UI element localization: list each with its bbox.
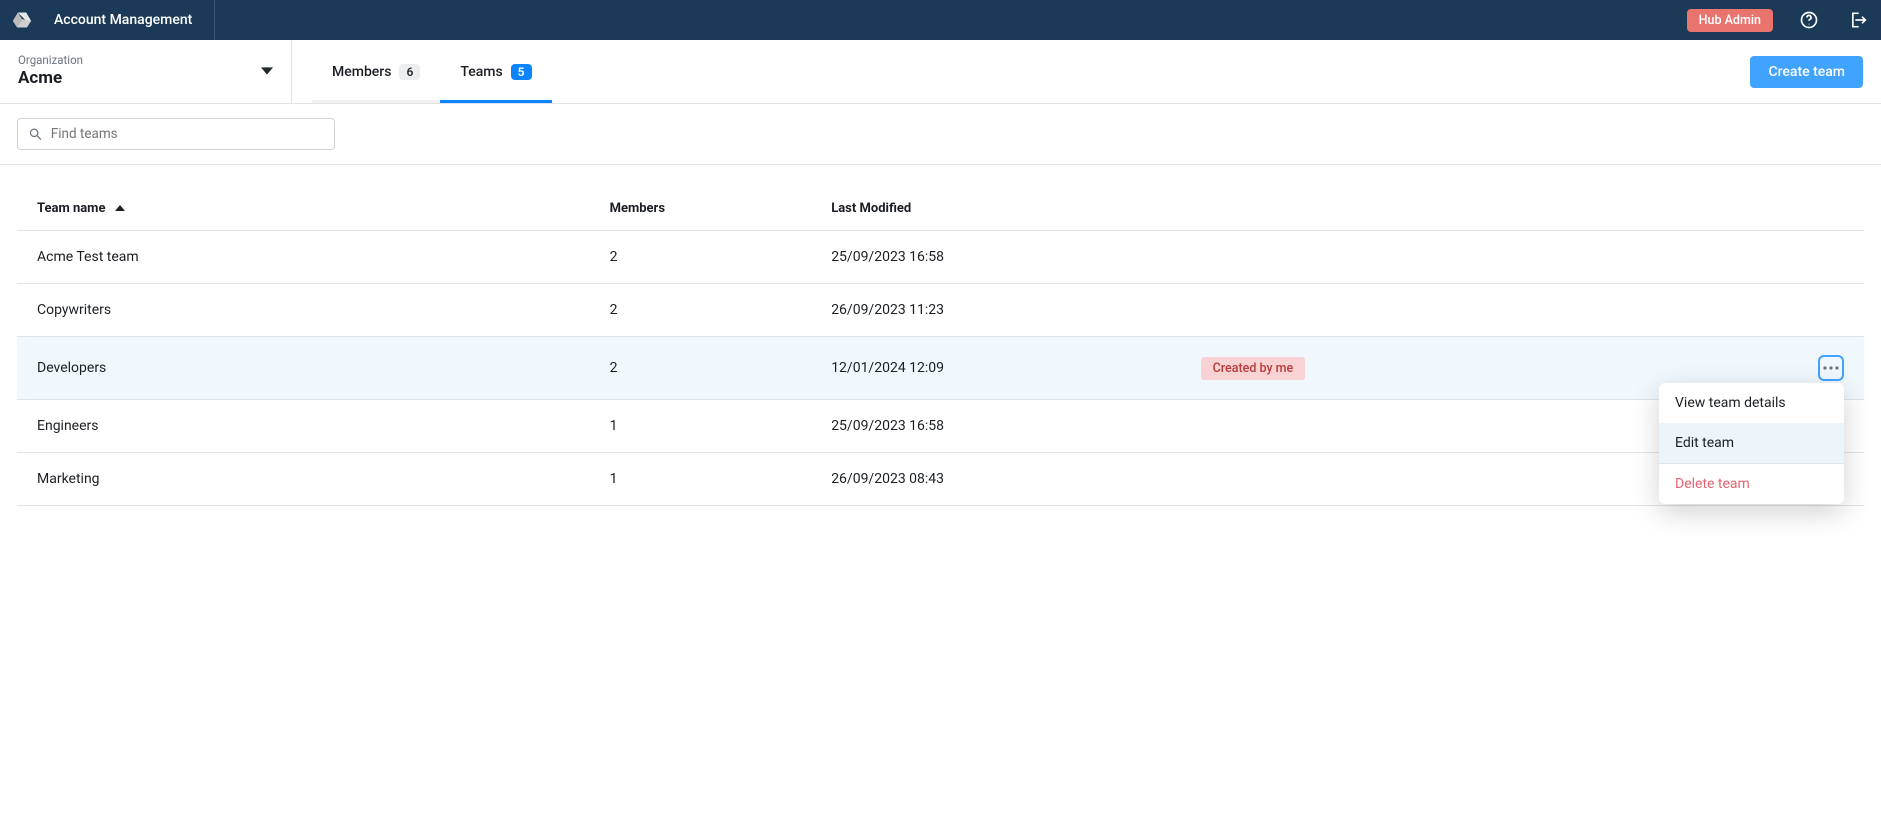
cell-members: 2	[590, 284, 812, 337]
cell-actions	[1679, 284, 1864, 337]
cell-team-name: Copywriters	[17, 284, 590, 337]
cell-members: 1	[590, 453, 812, 506]
header-title: Account Management	[32, 0, 215, 40]
tab-members-label: Members	[332, 64, 391, 80]
col-header-modified[interactable]: Last Modified	[811, 187, 1180, 231]
cell-members: 2	[590, 337, 812, 400]
row-actions-button[interactable]	[1818, 355, 1844, 381]
organization-label: Organization	[18, 54, 83, 68]
cell-last-modified: 25/09/2023 16:58	[811, 400, 1180, 453]
organization-name: Acme	[18, 68, 83, 88]
cell-team-name: Engineers	[17, 400, 590, 453]
hub-admin-badge[interactable]: Hub Admin	[1687, 9, 1773, 32]
cell-badge	[1181, 400, 1680, 453]
tab-teams-label: Teams	[460, 64, 502, 80]
table-row[interactable]: Marketing126/09/2023 08:43	[17, 453, 1864, 506]
table-row[interactable]: Copywriters226/09/2023 11:23	[17, 284, 1864, 337]
table-header-row: Team name Members Last Modified	[17, 187, 1864, 231]
table-row[interactable]: Engineers125/09/2023 16:58	[17, 400, 1864, 453]
help-icon[interactable]	[1797, 8, 1821, 32]
search-input[interactable]	[51, 126, 324, 142]
cell-team-name: Developers	[17, 337, 590, 400]
col-header-actions	[1679, 187, 1864, 231]
menu-edit-team[interactable]: Edit team	[1659, 423, 1844, 463]
create-team-button[interactable]: Create team	[1750, 56, 1863, 88]
app-logo	[12, 0, 32, 40]
cell-badge	[1181, 284, 1680, 337]
teams-table: Team name Members Last Modified Acme Tes…	[17, 187, 1864, 506]
search-row	[0, 103, 1881, 165]
cell-last-modified: 26/09/2023 08:43	[811, 453, 1180, 506]
sub-header: Organization Acme Members 6 Teams 5 Crea…	[0, 40, 1881, 103]
cell-last-modified: 25/09/2023 16:58	[811, 231, 1180, 284]
cell-last-modified: 26/09/2023 11:23	[811, 284, 1180, 337]
row-context-menu[interactable]: View team details Edit team Delete team	[1659, 383, 1844, 504]
created-by-me-badge: Created by me	[1201, 357, 1306, 380]
tab-members[interactable]: Members 6	[312, 40, 440, 103]
caret-down-icon	[261, 62, 273, 81]
col-header-badge	[1181, 187, 1680, 231]
tabs-bar: Members 6 Teams 5 Create team	[292, 40, 1881, 103]
col-header-members[interactable]: Members	[590, 187, 812, 231]
cell-actions	[1679, 231, 1864, 284]
search-icon	[28, 126, 43, 142]
cell-badge	[1181, 231, 1680, 284]
ellipsis-icon	[1823, 366, 1839, 370]
menu-delete-team[interactable]: Delete team	[1659, 464, 1844, 504]
table-row[interactable]: Developers212/01/2024 12:09 Created by me	[17, 337, 1864, 400]
logout-icon[interactable]	[1845, 8, 1869, 32]
tab-teams-count: 5	[511, 64, 532, 80]
cell-last-modified: 12/01/2024 12:09	[811, 337, 1180, 400]
drive-logo-icon	[12, 10, 32, 30]
cell-members: 2	[590, 231, 812, 284]
cell-team-name: Marketing	[17, 453, 590, 506]
cell-members: 1	[590, 400, 812, 453]
sort-ascending-icon	[115, 204, 125, 212]
search-box[interactable]	[17, 118, 335, 150]
organization-selector[interactable]: Organization Acme	[0, 40, 292, 103]
table-row[interactable]: Acme Test team225/09/2023 16:58	[17, 231, 1864, 284]
tab-teams[interactable]: Teams 5	[440, 40, 551, 103]
cell-badge: Created by me	[1181, 337, 1680, 400]
cell-badge	[1181, 453, 1680, 506]
teams-table-wrap: Team name Members Last Modified Acme Tes…	[0, 165, 1881, 506]
top-header: Account Management Hub Admin	[0, 0, 1881, 40]
col-header-name[interactable]: Team name	[17, 187, 590, 231]
menu-view-team[interactable]: View team details	[1659, 383, 1844, 423]
tab-members-count: 6	[399, 64, 420, 80]
cell-team-name: Acme Test team	[17, 231, 590, 284]
